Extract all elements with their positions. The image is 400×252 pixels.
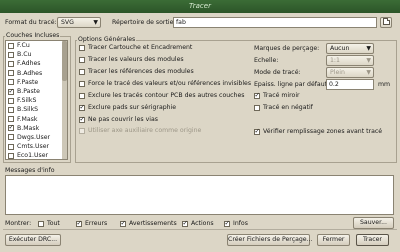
line-width-input[interactable]: 0.2 (326, 79, 374, 90)
checkbox[interactable] (79, 103, 85, 112)
layer-item[interactable]: B.SilkS (6, 105, 67, 114)
layer-item[interactable]: Cmts.User (6, 142, 67, 151)
checkbox[interactable] (38, 220, 44, 227)
plot-button[interactable]: Tracer (356, 234, 389, 246)
drill-marks-select[interactable]: Aucun ▼ (326, 43, 374, 54)
layer-item[interactable]: B.Mask (6, 123, 67, 133)
layer-item[interactable]: F.Adhes (6, 59, 67, 68)
layer-checkbox[interactable] (8, 70, 14, 77)
chevron-down-icon: ▼ (366, 57, 371, 64)
plot-format-select[interactable]: SVG ▼ (57, 17, 101, 28)
layer-checkbox[interactable] (8, 97, 14, 104)
layer-list-scrollbar[interactable] (62, 41, 67, 159)
layer-item[interactable]: Eco1.User (6, 151, 67, 159)
scale-select[interactable]: 1:1 ▼ (326, 55, 374, 66)
layer-checkbox[interactable] (8, 79, 14, 86)
layer-item[interactable]: B.Cu (6, 50, 67, 59)
layer-checkbox[interactable] (8, 152, 14, 159)
layer-checkbox[interactable] (8, 134, 14, 141)
generate-drill-files-button[interactable]: Créer Fichiers de Perçage... (227, 234, 313, 246)
scale-label: Echelle: (254, 57, 279, 64)
plot-dialog: Tracer Format du tracé: SVG ▼ Répertoire… (0, 0, 400, 252)
layer-checkbox[interactable] (8, 51, 14, 58)
run-drc-button[interactable]: Exécuter DRC... (5, 234, 61, 246)
layer-item[interactable]: Dwgs.User (6, 133, 67, 142)
checkbox[interactable] (76, 219, 82, 228)
show-filter-label: Montrer: (5, 220, 32, 227)
checkbox[interactable] (79, 68, 85, 75)
layer-item[interactable]: F.SilkS (6, 96, 67, 105)
layer-list: F.Cu B.Cu F.Adhes B.Adhes F.Paste B.Past… (5, 40, 68, 160)
window-title: Tracer (0, 0, 400, 13)
checkbox[interactable] (79, 44, 85, 51)
plot-mode-select[interactable]: Plein ▼ (326, 67, 374, 78)
layer-checkbox[interactable] (8, 116, 14, 123)
line-width-unit: mm (378, 81, 391, 88)
layer-item[interactable]: F.Mask (6, 115, 67, 124)
messages-title: Messages d'info (5, 167, 55, 174)
checkbox[interactable] (79, 115, 85, 124)
checkbox[interactable] (224, 219, 230, 228)
checkbox[interactable] (182, 219, 188, 228)
checkbox[interactable] (79, 92, 85, 99)
checkbox[interactable] (79, 80, 85, 87)
browse-folder-button[interactable] (380, 17, 392, 28)
close-button[interactable]: Fermer (317, 234, 350, 246)
layer-checkbox[interactable] (8, 123, 14, 132)
chevron-down-icon: ▼ (93, 19, 98, 26)
checkbox[interactable] (254, 127, 260, 136)
checkbox[interactable] (254, 91, 260, 100)
chevron-down-icon: ▼ (366, 69, 371, 76)
messages-area[interactable] (5, 175, 394, 215)
separator (3, 229, 397, 230)
layer-item[interactable]: B.Paste (6, 87, 67, 96)
output-dir-label: Répertoire de sortie: (112, 19, 176, 26)
layer-checkbox[interactable] (8, 143, 14, 150)
layer-checkbox[interactable] (8, 106, 14, 113)
layer-checkbox[interactable] (8, 42, 14, 49)
plot-mode-label: Mode de tracé: (254, 69, 301, 76)
folder-icon (383, 18, 390, 25)
layer-item[interactable]: F.Cu (6, 41, 67, 50)
layer-item[interactable]: B.Adhes (6, 69, 67, 78)
output-dir-input[interactable]: fab (173, 17, 377, 28)
layers-group-title: Couches Incluses (5, 31, 61, 40)
line-width-label: Epaiss. ligne par défaut: (254, 81, 330, 88)
layer-checkbox[interactable] (8, 87, 14, 96)
layer-checkbox[interactable] (8, 60, 14, 67)
layer-item[interactable]: F.Paste (6, 78, 67, 87)
checkbox[interactable] (79, 56, 85, 63)
checkbox[interactable] (254, 104, 260, 111)
scrollbar-thumb[interactable] (62, 41, 67, 81)
checkbox[interactable] (120, 219, 126, 228)
drill-marks-label: Marques de perçage: (254, 45, 320, 52)
chevron-down-icon: ▼ (366, 45, 371, 52)
plot-format-value: SVG (61, 19, 74, 26)
save-messages-button[interactable]: Sauver... (353, 217, 394, 229)
checkbox[interactable] (79, 127, 85, 134)
plot-format-label: Format du tracé: (5, 19, 57, 26)
